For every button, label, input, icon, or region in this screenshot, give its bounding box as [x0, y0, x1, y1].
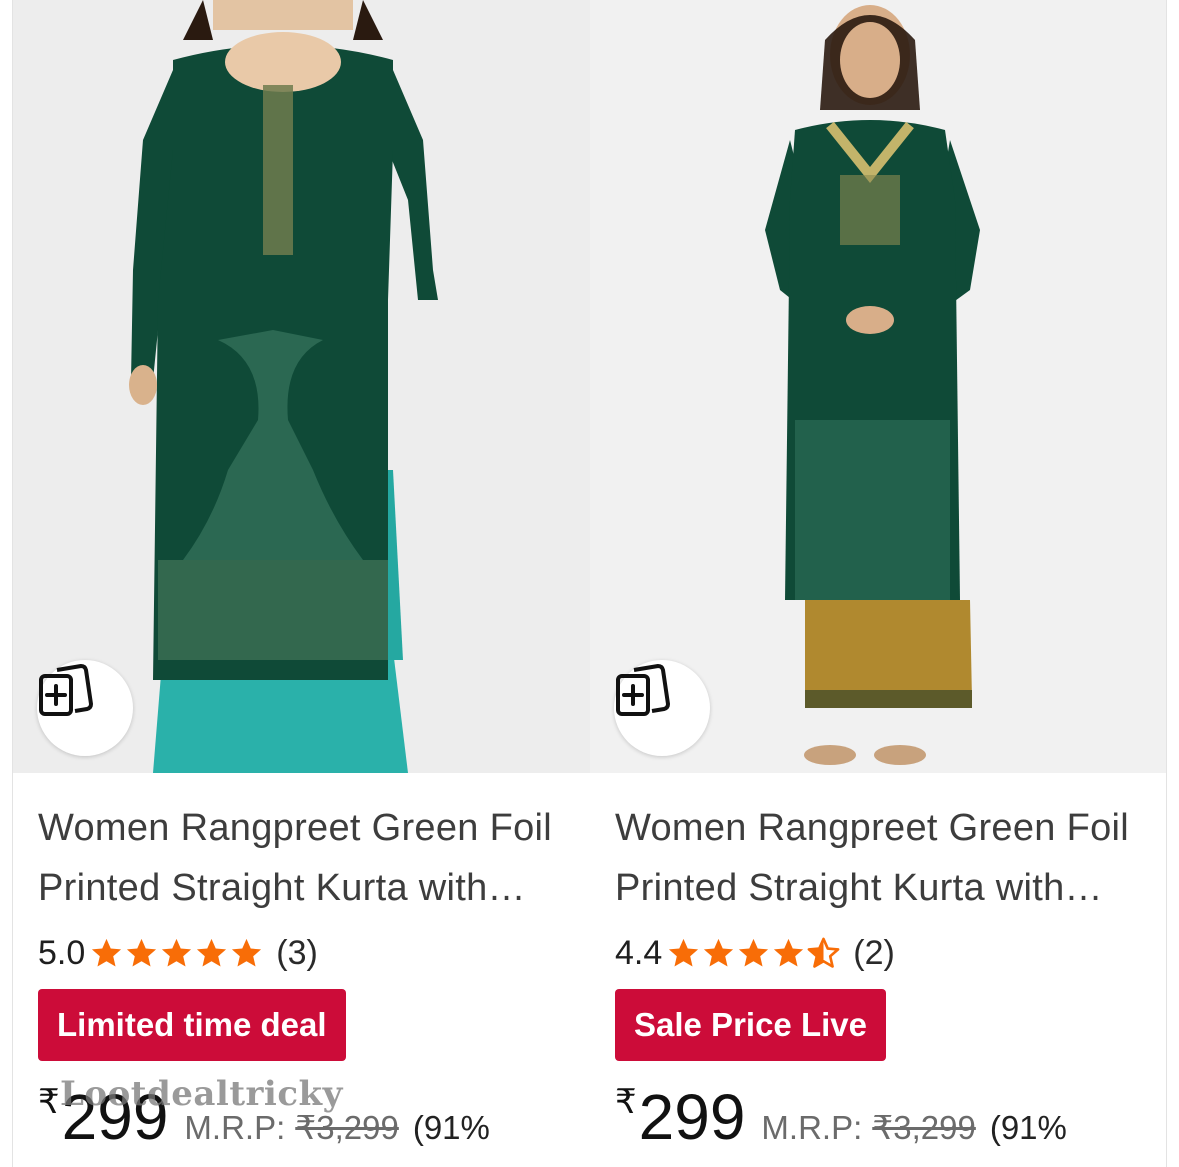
deal-badge: Sale Price Live	[615, 989, 886, 1061]
product-photo-illustration	[590, 0, 1166, 773]
star-full-icon	[669, 938, 699, 966]
currency-symbol: ₹	[615, 1083, 637, 1121]
compare-cards-icon	[616, 664, 670, 716]
star-rating	[666, 936, 841, 971]
product-grid: Women Rangpreet Green Foil Printed Strai…	[0, 0, 1179, 1167]
discount-percent: (91%	[989, 1109, 1067, 1146]
review-count[interactable]: (3)	[276, 934, 318, 973]
star-full-icon	[232, 938, 262, 966]
product-title[interactable]: Women Rangpreet Green Foil Printed Strai…	[615, 798, 1145, 918]
rating-value: 5.0	[38, 933, 86, 972]
star-full-icon	[704, 938, 734, 966]
rating-row[interactable]: 4.4 (2)	[615, 930, 895, 976]
currency-symbol: ₹	[38, 1083, 60, 1121]
rating-value: 4.4	[615, 933, 663, 972]
star-half-icon	[807, 937, 840, 968]
review-count[interactable]: (2)	[853, 934, 895, 973]
product-card[interactable]: Women Rangpreet Green Foil Printed Strai…	[12, 0, 591, 1167]
mrp-value: ₹3,299	[872, 1109, 976, 1146]
star-full-icon	[197, 938, 227, 966]
compare-button[interactable]	[614, 660, 710, 756]
star-full-icon	[162, 938, 192, 966]
product-photo-illustration	[13, 0, 590, 773]
discount-percent: (91%	[412, 1109, 490, 1146]
star-full-icon	[774, 938, 804, 966]
star-rating	[89, 936, 264, 971]
product-title[interactable]: Women Rangpreet Green Foil Printed Strai…	[38, 798, 568, 918]
star-full-icon	[127, 938, 157, 966]
compare-cards-icon	[39, 664, 93, 716]
star-full-icon	[739, 938, 769, 966]
compare-button[interactable]	[37, 660, 133, 756]
deal-badge: Limited time deal	[38, 989, 346, 1061]
watermark-text: Lootdealtricky	[60, 1074, 343, 1114]
product-image[interactable]	[13, 0, 590, 773]
mrp-label: M.R.P:	[761, 1109, 863, 1146]
price-row: ₹ 299 M.R.P: ₹3,299 (91%	[615, 1080, 1067, 1160]
product-image[interactable]	[590, 0, 1166, 773]
rating-row[interactable]: 5.0 (3)	[38, 930, 318, 976]
mrp-label: M.R.P:	[184, 1109, 286, 1146]
product-card[interactable]: Women Rangpreet Green Foil Printed Strai…	[590, 0, 1167, 1167]
star-full-icon	[92, 938, 122, 966]
price: 299	[638, 1081, 746, 1153]
